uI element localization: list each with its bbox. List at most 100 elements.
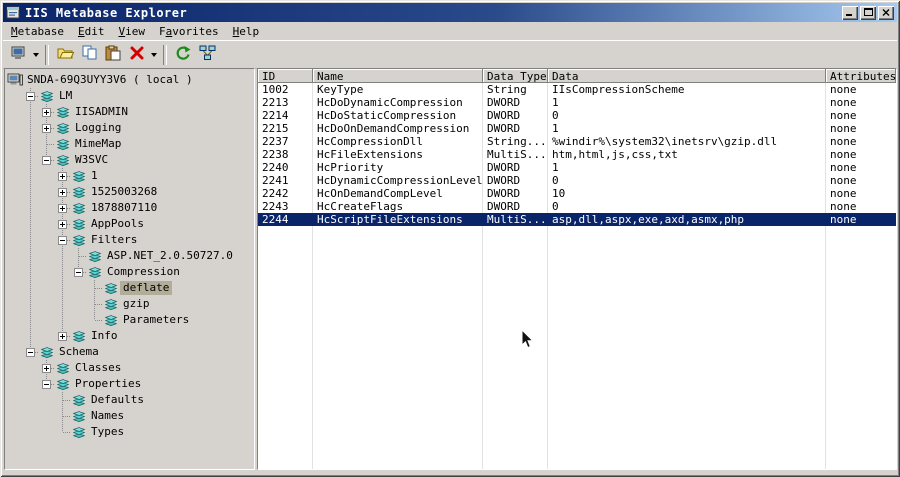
- tree-node-gzip[interactable]: gzip: [5, 296, 254, 312]
- table-row[interactable]: 2242 HcOnDemandCompLevel DWORD 10 none: [258, 187, 896, 200]
- metabase-icon: [71, 201, 87, 215]
- table-row[interactable]: 1002 KeyType String IIsCompressionScheme non…: [258, 83, 896, 96]
- tree-node-compression[interactable]: Compression: [5, 264, 254, 280]
- tree-node-snda-69q3uyy3v6-local[interactable]: SNDA-69Q3UYY3V6 ( local ): [5, 72, 254, 88]
- tree-panel[interactable]: SNDA-69Q3UYY3V6 ( local ) LM IISADMIN Loggi…: [4, 68, 255, 470]
- expand-toggle[interactable]: [58, 332, 67, 341]
- collapse-toggle[interactable]: [42, 380, 51, 389]
- collapse-toggle[interactable]: [26, 92, 35, 101]
- tree-guide-line: [95, 288, 103, 289]
- tree-node-w3svc[interactable]: W3SVC: [5, 152, 254, 168]
- tree-node-mimemap[interactable]: MimeMap: [5, 136, 254, 152]
- tree-node-1525003268[interactable]: 1525003268: [5, 184, 254, 200]
- expand-toggle[interactable]: [42, 364, 51, 373]
- metabase-icon: [103, 297, 119, 311]
- tree-guide-line: [30, 248, 31, 264]
- table-row[interactable]: 2241 HcDynamicCompressionLevel DWORD 0 none: [258, 174, 896, 187]
- tree-node-asp-net-2-0-50727-0[interactable]: ASP.NET_2.0.50727.0: [5, 248, 254, 264]
- menu-item-view[interactable]: View: [111, 23, 152, 40]
- table-cell: 2214: [262, 109, 289, 122]
- refresh-button[interactable]: [171, 44, 195, 66]
- tree-node-label: Types: [91, 425, 125, 438]
- tree-node-lm[interactable]: LM: [5, 88, 254, 104]
- metabase-icon: [55, 361, 71, 375]
- table-row[interactable]: 2214 HcDoStaticCompression DWORD 0 none: [258, 109, 896, 122]
- expand-toggle[interactable]: [58, 204, 67, 213]
- tree-node-filters[interactable]: Filters: [5, 232, 254, 248]
- tree-node-deflate[interactable]: deflate: [5, 280, 254, 296]
- tree-node-1[interactable]: 1: [5, 168, 254, 184]
- metabase-icon: [87, 249, 103, 263]
- table-cell: 2213: [262, 96, 289, 109]
- column-header-data-type[interactable]: Data Type: [483, 69, 548, 83]
- collapse-toggle[interactable]: [58, 236, 67, 245]
- maximize-button[interactable]: [860, 5, 876, 20]
- tree-guide-line: [62, 264, 63, 280]
- tree-node-parameters[interactable]: Parameters: [5, 312, 254, 328]
- tree-node-label: 1878807110: [91, 201, 158, 214]
- tree-node-schema[interactable]: Schema: [5, 344, 254, 360]
- column-header-name[interactable]: Name: [313, 69, 483, 83]
- collapse-toggle[interactable]: [26, 348, 35, 357]
- table-row[interactable]: 2243 HcCreateFlags DWORD 0 none: [258, 200, 896, 213]
- column-header-id[interactable]: ID: [258, 69, 313, 83]
- delete-dropdown[interactable]: [149, 44, 159, 66]
- table-cell: DWORD: [487, 122, 521, 135]
- tree-node-names[interactable]: Names: [5, 408, 254, 424]
- tree-node-apppools[interactable]: AppPools: [5, 216, 254, 232]
- refresh-icon: [175, 45, 192, 64]
- table-row[interactable]: 2244 HcScriptFileExtensions MultiS... asp,d…: [258, 213, 896, 226]
- tree-node-defaults[interactable]: Defaults: [5, 392, 254, 408]
- list-body[interactable]: 1002 KeyType String IIsCompressionScheme non…: [258, 83, 896, 469]
- tree-node-types[interactable]: Types: [5, 424, 254, 440]
- metabase-icon: [55, 153, 71, 167]
- connect-button[interactable]: [7, 44, 31, 66]
- table-cell: 2240: [262, 161, 289, 174]
- tree-guide-line: [30, 264, 31, 280]
- expand-toggle[interactable]: [58, 172, 67, 181]
- table-cell: 2215: [262, 122, 289, 135]
- table-row[interactable]: 2238 HcFileExtensions MultiS... htm,html,js…: [258, 148, 896, 161]
- table-row[interactable]: 2237 HcCompressionDll String... %windir%\sy…: [258, 135, 896, 148]
- tree-node-logging[interactable]: Logging: [5, 120, 254, 136]
- tree-node-classes[interactable]: Classes: [5, 360, 254, 376]
- paste-button[interactable]: [101, 44, 125, 66]
- metabase-icon: [71, 409, 87, 423]
- expand-toggle[interactable]: [42, 124, 51, 133]
- minimize-button[interactable]: [842, 5, 858, 20]
- tree-node-iisadmin[interactable]: IISADMIN: [5, 104, 254, 120]
- column-header-attributes[interactable]: Attributes: [826, 69, 896, 83]
- copy-button[interactable]: [77, 44, 101, 66]
- tree-node-properties[interactable]: Properties: [5, 376, 254, 392]
- close-button[interactable]: [878, 5, 894, 20]
- menu-item-metabase[interactable]: Metabase: [4, 23, 71, 40]
- table-row[interactable]: 2215 HcDoOnDemandCompression DWORD 1 none: [258, 122, 896, 135]
- menu-item-help[interactable]: Help: [226, 23, 267, 40]
- expand-toggle[interactable]: [58, 188, 67, 197]
- column-header-data[interactable]: Data: [548, 69, 826, 83]
- open-button[interactable]: [53, 44, 77, 66]
- tree-node-label: deflate: [120, 281, 173, 295]
- tree-node-label: Parameters: [123, 313, 190, 326]
- network-button[interactable]: [195, 44, 219, 66]
- title-bar[interactable]: IIS Metabase Explorer: [3, 3, 897, 22]
- table-row[interactable]: 2240 HcPriority DWORD 1 none: [258, 161, 896, 174]
- delete-button[interactable]: [125, 44, 149, 66]
- copy-icon: [81, 45, 98, 64]
- tree-node-label: LM: [59, 89, 73, 102]
- tree-node-info[interactable]: Info: [5, 328, 254, 344]
- expand-toggle[interactable]: [42, 108, 51, 117]
- tree-node-1878807110[interactable]: 1878807110: [5, 200, 254, 216]
- menu-item-favorites[interactable]: Favorites: [152, 23, 226, 40]
- collapse-toggle[interactable]: [42, 156, 51, 165]
- connect-icon: [11, 45, 28, 64]
- connect-dropdown[interactable]: [31, 44, 41, 66]
- table-row[interactable]: 2213 HcDoDynamicCompression DWORD 1 none: [258, 96, 896, 109]
- collapse-toggle[interactable]: [74, 268, 83, 277]
- list-panel[interactable]: ID Name Data Type Data Attributes 1002 KeyTyp…: [257, 68, 897, 470]
- list-header: ID Name Data Type Data Attributes: [258, 69, 896, 83]
- table-cell: 1: [552, 96, 559, 109]
- expand-toggle[interactable]: [58, 220, 67, 229]
- metabase-icon: [87, 265, 103, 279]
- menu-item-edit[interactable]: Edit: [71, 23, 112, 40]
